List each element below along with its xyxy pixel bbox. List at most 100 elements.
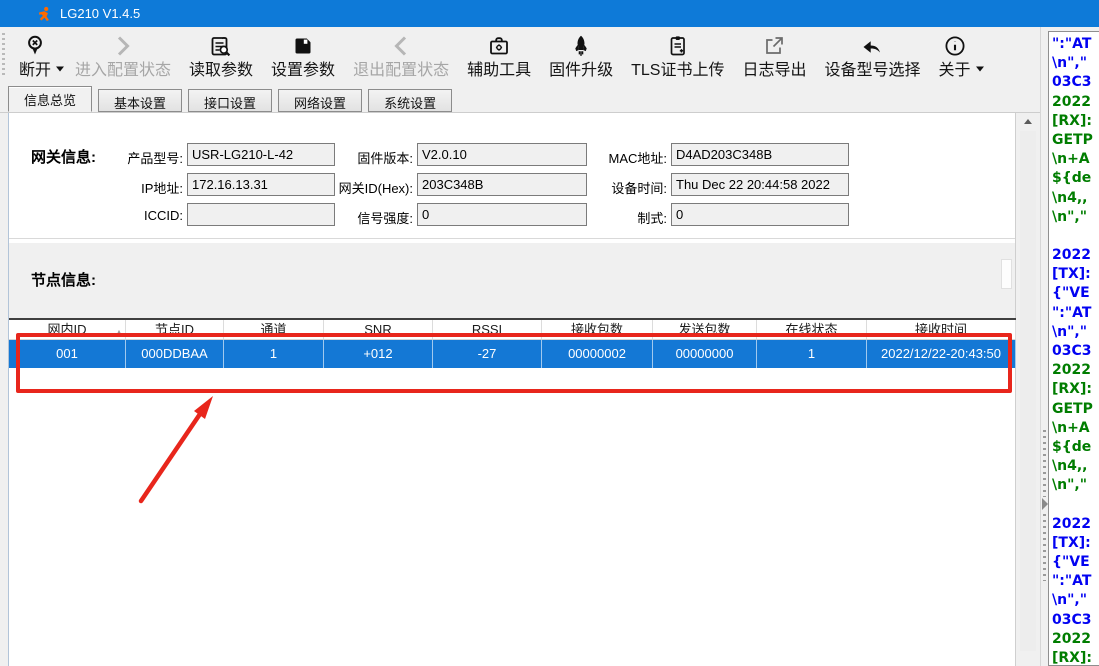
node-table-rows: 001000DDBAA1+012-27000000020000000012022…	[9, 340, 1016, 368]
log-line-tx: ":"AT	[1052, 572, 1099, 591]
toolbar-button-label: 日志导出	[742, 60, 806, 82]
toolbar-button-2[interactable]: 读取参数	[180, 27, 262, 86]
log-line-rx: [RX]:	[1052, 380, 1099, 399]
log-line-rx: \n+A	[1052, 419, 1099, 438]
toolbar-grip[interactable]	[2, 33, 5, 78]
toolbar-button-label: 读取参数	[189, 60, 253, 82]
gateway-field-label: 固件版本:	[283, 148, 413, 167]
gateway-field-input-8[interactable]	[671, 203, 849, 226]
toolbar-button-6[interactable]: 固件升级	[540, 27, 622, 86]
node-cell: +012	[324, 340, 433, 368]
dropdown-caret-icon[interactable]	[976, 51, 984, 86]
node-cell: -27	[433, 340, 542, 368]
toolbar-button-7[interactable]: TLS证书上传	[622, 27, 733, 86]
gateway-field-label: ICCID:	[53, 208, 183, 223]
node-list-scrollbar[interactable]	[1001, 259, 1012, 289]
gateway-field-label: 信号强度:	[283, 208, 413, 227]
save-icon	[291, 32, 315, 60]
node-cell: 00000000	[653, 340, 757, 368]
gateway-field-label: IP地址:	[53, 178, 183, 197]
log-line-tx: {"VE	[1052, 553, 1099, 572]
scrollbar-thumb[interactable]	[1020, 131, 1036, 651]
log-line-rx: \n4,,	[1052, 457, 1099, 476]
toolbar-button-label: 进入配置状态	[75, 60, 171, 82]
pin-disconnect-icon	[23, 32, 47, 60]
log-line-rx: 2022	[1052, 93, 1099, 112]
log-line-tx: 03C3	[1052, 73, 1099, 92]
node-info-strip: 节点信息:	[9, 243, 1015, 318]
node-column-header-1[interactable]: 节点ID	[126, 320, 224, 339]
chevron-left-icon	[389, 32, 413, 60]
log-line-rx: ${de	[1052, 438, 1099, 457]
rocket-icon	[569, 32, 593, 60]
gateway-field-label: MAC地址:	[537, 148, 667, 167]
log-line-rx: \n","	[1052, 208, 1099, 227]
node-column-header-3[interactable]: SNR	[324, 320, 433, 339]
file-search-icon	[208, 32, 234, 60]
log-blank-line	[1052, 227, 1099, 246]
log-line-tx: \n","	[1052, 54, 1099, 73]
gateway-field-label: 制式:	[537, 208, 667, 227]
gateway-field-input-2[interactable]	[671, 143, 849, 166]
clipboard-icon	[666, 32, 690, 60]
log-line-rx: \n","	[1052, 476, 1099, 495]
node-table-row[interactable]: 001000DDBAA1+012-27000000020000000012022…	[9, 340, 1016, 368]
node-column-header-6[interactable]: 发送包数	[653, 320, 757, 339]
node-cell: 00000002	[542, 340, 653, 368]
toolbar-button-9[interactable]: 设备型号选择	[815, 27, 929, 86]
sort-indicator-icon: ▴	[117, 322, 121, 339]
node-column-header-4[interactable]: RSSI	[433, 320, 542, 339]
splitter-grip-dots	[1043, 430, 1046, 497]
tab-0[interactable]: 信息总览	[8, 86, 92, 112]
main-scrollbar[interactable]	[1019, 113, 1037, 666]
scroll-up-arrow-icon	[1024, 119, 1032, 124]
splitter-grip-dots	[1043, 514, 1046, 581]
toolbar-button-label: 关于	[939, 60, 971, 82]
tab-3[interactable]: 网络设置	[278, 89, 362, 112]
node-column-header-5[interactable]: 接收包数	[542, 320, 653, 339]
log-line-rx: GETP	[1052, 131, 1099, 150]
node-cell: 2022/12/22-20:43:50	[867, 340, 1016, 368]
log-line-tx: [TX]:	[1052, 265, 1099, 284]
node-cell: 001	[9, 340, 126, 368]
log-line-rx: ${de	[1052, 169, 1099, 188]
node-column-header-2[interactable]: 通道	[224, 320, 324, 339]
toolbar-button-4: 退出配置状态	[344, 27, 458, 86]
node-cell: 000DDBAA	[126, 340, 224, 368]
toolbox-icon	[487, 32, 511, 60]
gateway-info-section: 网关信息: 产品型号:固件版本:MAC地址:IP地址:网关ID(Hex):设备时…	[9, 113, 1015, 239]
log-line-rx: GETP	[1052, 400, 1099, 419]
toolbar: 断开 进入配置状态读取参数设置参数退出配置状态辅助工具固件升级 TLS证书上传日志导…	[0, 27, 1040, 86]
scroll-up-button[interactable]	[1019, 113, 1037, 130]
log-panel-splitter[interactable]	[1040, 27, 1048, 666]
tab-4[interactable]: 系统设置	[368, 89, 452, 112]
export-icon	[762, 32, 786, 60]
node-table: 网内ID▴节点ID通道SNRRSSI接收包数发送包数在线状态接收时间 00100…	[9, 318, 1016, 368]
toolbar-button-10[interactable]: 关于	[930, 27, 980, 86]
tab-1[interactable]: 基本设置	[98, 89, 182, 112]
toolbar-button-label: TLS证书上传	[631, 60, 724, 82]
toolbar-button-5[interactable]: 辅助工具	[458, 27, 540, 86]
log-line-rx: \n+A	[1052, 150, 1099, 169]
toolbar-button-3[interactable]: 设置参数	[262, 27, 344, 86]
node-column-header-8[interactable]: 接收时间	[867, 320, 1016, 339]
log-line-rx: 2022	[1052, 630, 1099, 649]
dropdown-caret-icon[interactable]	[56, 51, 64, 86]
node-cell: 1	[224, 340, 324, 368]
log-panel[interactable]: ":"AT\n","03C32022[RX]:GETP\n+A${de\n4,,…	[1048, 31, 1099, 666]
toolbar-button-0[interactable]: 断开	[10, 27, 60, 86]
toolbar-button-label: 设备型号选择	[824, 60, 920, 82]
gateway-field-label: 设备时间:	[537, 178, 667, 197]
toolbar-button-label: 断开	[19, 60, 51, 82]
log-line-tx: 2022	[1052, 246, 1099, 265]
log-line-rx: \n4,,	[1052, 189, 1099, 208]
node-column-header-7[interactable]: 在线状态	[757, 320, 867, 339]
tab-2[interactable]: 接口设置	[188, 89, 272, 112]
gateway-field-input-5[interactable]	[671, 173, 849, 196]
node-cell: 1	[757, 340, 867, 368]
toolbar-button-label: 设置参数	[271, 60, 335, 82]
log-line-rx: [RX]:	[1052, 649, 1099, 666]
log-line-tx: ":"AT	[1052, 35, 1099, 54]
node-column-header-0[interactable]: 网内ID▴	[9, 320, 126, 339]
toolbar-button-8[interactable]: 日志导出	[733, 27, 815, 86]
